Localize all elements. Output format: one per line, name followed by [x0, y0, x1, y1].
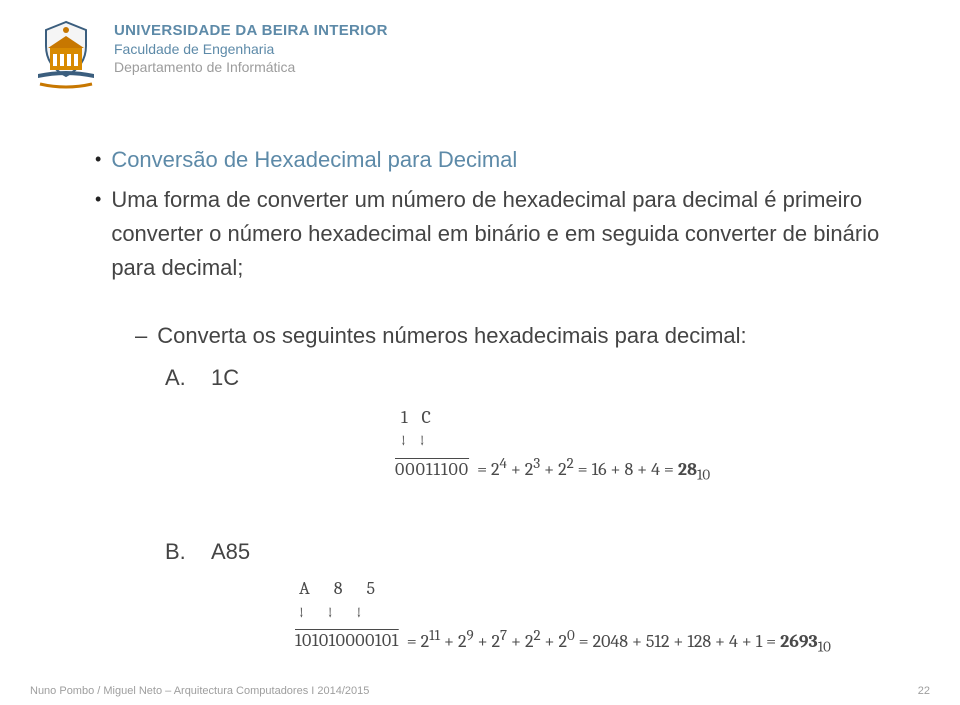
down-arrow-icon: ↓	[328, 601, 333, 626]
title-bullet: • Conversão de Hexadecimal para Decimal	[95, 143, 890, 177]
university-logo-icon	[30, 20, 102, 98]
exercise-prompt-row: – Converta os seguintes números hexadeci…	[135, 319, 890, 353]
faculty-name: Faculdade de Engenharia	[114, 41, 388, 57]
header-text-block: UNIVERSIDADE DA BEIRA INTERIOR Faculdade…	[114, 20, 388, 75]
down-arrow-icon: ↓	[401, 429, 406, 454]
item-b-label: B.	[165, 535, 193, 569]
university-name: UNIVERSIDADE DA BEIRA INTERIOR	[114, 22, 388, 39]
math-b-digits: A85	[295, 575, 890, 603]
footer-authors: Nuno Pombo / Miguel Neto – Arquitectura …	[30, 685, 369, 697]
page-number: 22	[918, 685, 930, 697]
math-a-arrows: ↓ ↓	[395, 429, 890, 454]
slide-content: • Conversão de Hexadecimal para Decimal …	[30, 143, 930, 659]
exercise-block: – Converta os seguintes números hexadeci…	[95, 291, 890, 658]
department-name: Departamento de Informática	[114, 59, 388, 75]
paragraph-bullet: • Uma forma de converter um número de he…	[95, 183, 890, 285]
section-title: Conversão de Hexadecimal para Decimal	[111, 143, 517, 177]
down-arrow-icon: ↓	[420, 429, 425, 454]
paragraph-text: Uma forma de converter um número de hexa…	[111, 183, 890, 285]
math-a-calc: = 24 + 23 + 22 = 16 + 8 + 4 = 2810	[477, 452, 710, 487]
down-arrow-icon: ↓	[356, 601, 361, 626]
math-a-binary: 00011100	[395, 456, 469, 484]
math-a-equation: 00011100 = 24 + 23 + 22 = 16 + 8 + 4 = 2…	[395, 452, 890, 487]
slide-footer: Nuno Pombo / Miguel Neto – Arquitectura …	[30, 685, 930, 697]
math-b-arrows: ↓ ↓ ↓	[295, 601, 890, 626]
math-a-digits: 1C	[395, 404, 890, 432]
slide-header: UNIVERSIDADE DA BEIRA INTERIOR Faculdade…	[30, 20, 930, 98]
item-a-value: 1C	[211, 361, 239, 395]
item-b-value: A85	[211, 535, 250, 569]
bullet-icon: •	[95, 183, 101, 285]
exercise-prompt: Converta os seguintes números hexadecima…	[157, 319, 746, 353]
math-b-binary: 101010000101	[295, 627, 399, 655]
dash-icon: –	[135, 319, 147, 353]
math-b-calc: = 211 + 29 + 27 + 22 + 20 = 2048 + 512 +…	[407, 624, 831, 659]
down-arrow-icon: ↓	[299, 601, 304, 626]
math-block-b: A85 ↓ ↓ ↓ 101010000101 = 211 + 29 + 27 +…	[135, 575, 890, 659]
item-a-label: A.	[165, 361, 193, 395]
math-block-a: 1C ↓ ↓ 00011100 = 24 + 23 + 22 = 16 + 8 …	[135, 404, 890, 488]
math-b-equation: 101010000101 = 211 + 29 + 27 + 22 + 20 =…	[295, 624, 890, 659]
item-b-row: B. A85	[135, 535, 890, 569]
bullet-icon: •	[95, 143, 101, 177]
item-a-row: A. 1C	[135, 361, 890, 395]
